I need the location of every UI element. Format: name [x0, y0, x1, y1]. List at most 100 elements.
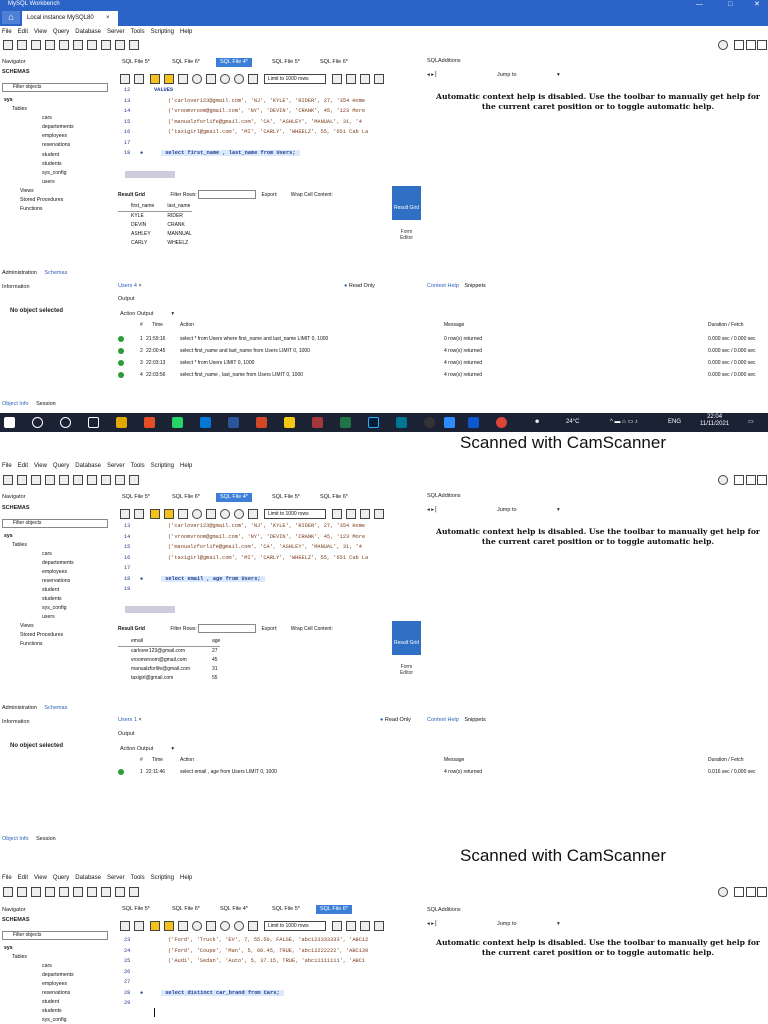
menu-view[interactable]: View	[34, 461, 47, 472]
explain-icon[interactable]	[178, 509, 188, 519]
beautify-icon[interactable]	[332, 509, 342, 519]
settings-gear-icon[interactable]	[718, 40, 728, 50]
beautify-icon[interactable]	[332, 74, 342, 84]
result-grid[interactable]: first_name last_name KYLE RIDER DEVIN CRANK…	[118, 202, 192, 248]
tab-session[interactable]: Session	[36, 836, 56, 842]
search-icon[interactable]	[32, 417, 43, 428]
create-table-icon[interactable]	[59, 475, 69, 485]
whatsapp-icon[interactable]	[172, 417, 183, 428]
cortana-icon[interactable]	[60, 417, 71, 428]
chrome-icon[interactable]	[144, 417, 155, 428]
open-file-icon[interactable]	[120, 921, 130, 931]
tree-node-tables[interactable]: Tables	[2, 105, 74, 114]
tree-node-employees[interactable]: employees	[2, 980, 74, 989]
menu-help[interactable]: Help	[180, 461, 192, 472]
tree-node-tables[interactable]: Tables	[2, 541, 74, 550]
open-file-icon[interactable]	[120, 74, 130, 84]
tree-node-cars[interactable]: cars	[2, 962, 74, 971]
app-icon[interactable]	[116, 417, 127, 428]
inspector-icon[interactable]	[31, 40, 41, 50]
tree-node-reservations[interactable]: reservations	[2, 577, 74, 586]
close-window-button[interactable]: ✕	[754, 0, 760, 9]
tab-sql-file-5b[interactable]: SQL File 5*	[268, 905, 304, 914]
create-procedure-icon[interactable]	[87, 40, 97, 50]
people-icon[interactable]: ☻	[534, 419, 540, 426]
tab-sql-file-6[interactable]: SQL File 6*	[168, 493, 204, 502]
export-label[interactable]: Export:	[262, 626, 278, 632]
stop-icon[interactable]	[192, 509, 202, 519]
toggle-sidebar-icon[interactable]	[734, 40, 744, 50]
explain-icon[interactable]	[178, 921, 188, 931]
tree-node-tables[interactable]: Tables	[2, 953, 74, 962]
toggle-output-icon[interactable]	[746, 887, 756, 897]
chevron-down-icon[interactable]: ▾	[557, 921, 560, 928]
tab-context-help[interactable]: Context Help	[427, 717, 459, 723]
close-tab-icon[interactable]: ×	[106, 11, 110, 26]
tab-sql-file-5[interactable]: SQL File 5*	[118, 905, 154, 914]
tab-sql-file-5b[interactable]: SQL File 5*	[268, 58, 304, 67]
clock[interactable]: 22:04 11/11/2021	[700, 414, 729, 428]
tree-node-stored-procedures[interactable]: Stored Procedures	[2, 631, 74, 640]
menu-database[interactable]: Database	[75, 461, 101, 472]
tab-administration[interactable]: Administration	[2, 270, 37, 276]
save-icon[interactable]	[134, 509, 144, 519]
chevron-down-icon[interactable]: ▾	[557, 507, 560, 514]
filter-objects-input[interactable]: Filter objects	[2, 83, 108, 92]
create-view-icon[interactable]	[73, 887, 83, 897]
execute-icon[interactable]	[150, 74, 160, 84]
sql-editor[interactable]: 13 ('carlover123@gmail.com', 'NJ', 'KYLE'…	[118, 521, 423, 595]
menu-file[interactable]: File	[2, 27, 12, 38]
find-icon[interactable]	[346, 74, 356, 84]
menu-view[interactable]: View	[34, 873, 47, 884]
menu-edit[interactable]: Edit	[18, 27, 28, 38]
new-query-icon[interactable]	[3, 887, 13, 897]
create-function-icon[interactable]	[101, 887, 111, 897]
open-file-icon[interactable]	[120, 509, 130, 519]
tree-node-sys[interactable]: sys	[2, 944, 74, 953]
action-output-select[interactable]: Action Output ▾	[120, 746, 174, 753]
menu-scripting[interactable]: Scripting	[151, 873, 174, 884]
find-icon[interactable]	[346, 921, 356, 931]
minimize-button[interactable]: —	[696, 0, 703, 9]
column-header[interactable]: last_name	[154, 202, 192, 212]
tab-snippets[interactable]: Snippets	[464, 717, 485, 723]
menu-edit[interactable]: Edit	[18, 873, 28, 884]
tree-node-functions[interactable]: Functions	[2, 640, 74, 649]
menu-help[interactable]: Help	[180, 27, 192, 38]
filter-rows-input[interactable]	[198, 624, 257, 634]
tree-node-reservations[interactable]: reservations	[2, 989, 74, 998]
sql-editor[interactable]: 23 ('Ford', 'Truck', 'EV', 7, 55.50, FALS…	[118, 935, 423, 1009]
execute-current-icon[interactable]	[164, 509, 174, 519]
create-schema-icon[interactable]	[45, 40, 55, 50]
tree-node-departements[interactable]: departements	[2, 123, 74, 132]
tree-node-sys-config[interactable]: sys_config	[2, 169, 74, 178]
wrap-cell-label[interactable]: Wrap Cell Content:	[291, 626, 333, 632]
output-row[interactable]: 2 22:00:45 select first_name and last_name…	[118, 345, 768, 357]
inspector-icon[interactable]	[31, 475, 41, 485]
menu-database[interactable]: Database	[75, 873, 101, 884]
tab-sql-file-5b[interactable]: SQL File 5*	[268, 493, 304, 502]
mysql-workbench-icon[interactable]	[396, 417, 407, 428]
menu-server[interactable]: Server	[107, 873, 125, 884]
table-row[interactable]: ASHLEY MANNUAL	[118, 230, 192, 239]
menu-tools[interactable]: Tools	[131, 461, 145, 472]
chrome-alt-icon[interactable]	[496, 417, 507, 428]
toggle-sidebar-icon[interactable]	[734, 887, 744, 897]
limit-rows-select[interactable]: Limit to 1000 rows	[264, 74, 326, 84]
tree-node-student[interactable]: student	[2, 586, 74, 595]
jump-to-select[interactable]: Jump to	[497, 507, 517, 514]
tab-sql-file-5[interactable]: SQL File 5*	[118, 493, 154, 502]
tab-object-info[interactable]: Object Info	[2, 401, 29, 407]
toggle-continue-icon[interactable]	[206, 921, 216, 931]
windows-start-icon[interactable]	[4, 417, 15, 428]
tree-node-students[interactable]: students	[2, 160, 74, 169]
search-table-icon[interactable]	[115, 475, 125, 485]
filter-rows-input[interactable]	[198, 190, 257, 200]
tree-node-employees[interactable]: employees	[2, 132, 74, 141]
stop-icon[interactable]	[192, 921, 202, 931]
tab-sql-file-4[interactable]: SQL File 4*	[216, 493, 252, 502]
tab-snippets[interactable]: Snippets	[464, 283, 485, 289]
wrap-cell-label[interactable]: Wrap Cell Content:	[291, 192, 333, 198]
notifications-icon[interactable]: ▭	[748, 419, 754, 426]
new-query-icon[interactable]	[3, 475, 13, 485]
